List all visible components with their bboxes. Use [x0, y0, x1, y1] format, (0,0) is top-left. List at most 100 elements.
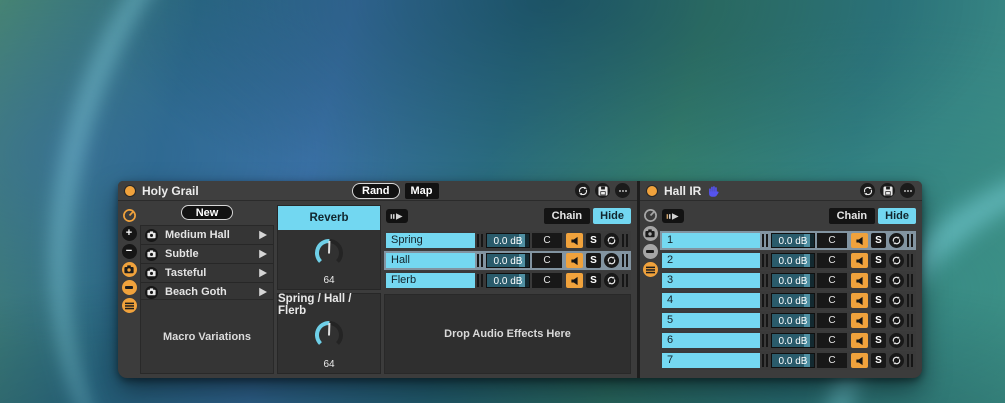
- chain-view-button[interactable]: Chain: [543, 208, 591, 224]
- chain-hot-swap-button[interactable]: [604, 253, 619, 268]
- more-options-icon[interactable]: [900, 183, 915, 198]
- auto-select-button[interactable]: [662, 209, 684, 223]
- chain-row[interactable]: 3 0.0 dB C S: [660, 271, 916, 290]
- chain-activator-button[interactable]: [851, 233, 868, 248]
- chain-view-button[interactable]: Chain: [828, 208, 876, 224]
- chain-volume[interactable]: 0.0 dB: [486, 233, 530, 248]
- chain-volume[interactable]: 0.0 dB: [771, 313, 815, 328]
- chain-solo-button[interactable]: S: [871, 353, 886, 368]
- chain-pan[interactable]: C: [532, 253, 562, 268]
- launch-variation-icon[interactable]: [258, 268, 268, 278]
- macro-name-label[interactable]: Spring / Hall / Flerb: [278, 293, 380, 317]
- chain-hot-swap-button[interactable]: [889, 353, 904, 368]
- chain-volume[interactable]: 0.0 dB: [771, 233, 815, 248]
- chain-volume[interactable]: 0.0 dB: [771, 353, 815, 368]
- chain-activator-button[interactable]: [851, 333, 868, 348]
- variation-row[interactable]: Medium Hall: [141, 226, 273, 245]
- chain-pan[interactable]: C: [532, 233, 562, 248]
- chain-pan[interactable]: C: [817, 233, 847, 248]
- device-activator-led[interactable]: [124, 184, 136, 197]
- macro-controls-toggle-icon[interactable]: [122, 208, 137, 223]
- macro-knob[interactable]: 64: [278, 312, 380, 373]
- chain-hot-swap-button[interactable]: [604, 273, 619, 288]
- macro-variations-toggle-icon[interactable]: [642, 226, 658, 241]
- chain-hot-swap-button[interactable]: [604, 233, 619, 248]
- device-activator-led[interactable]: [646, 184, 658, 197]
- chain-volume[interactable]: 0.0 dB: [771, 333, 815, 348]
- chain-pan[interactable]: C: [532, 273, 562, 288]
- chain-list-toggle-icon[interactable]: [121, 298, 137, 313]
- chain-solo-button[interactable]: S: [871, 313, 886, 328]
- chain-activator-button[interactable]: [851, 293, 868, 308]
- launch-variation-icon[interactable]: [258, 287, 268, 297]
- save-preset-icon[interactable]: [880, 183, 895, 198]
- chain-solo-button[interactable]: S: [871, 253, 886, 268]
- chain-row[interactable]: 5 0.0 dB C S: [660, 311, 916, 330]
- chain-name[interactable]: Hall: [386, 253, 475, 268]
- drop-audio-effects-zone[interactable]: Drop Audio Effects Here: [384, 294, 631, 374]
- chain-pan[interactable]: C: [817, 333, 847, 348]
- chain-activator-button[interactable]: [851, 273, 868, 288]
- holy-grail-titlebar[interactable]: Holy Grail Rand Map: [118, 181, 637, 201]
- chain-row[interactable]: Flerb 0.0 dB C S: [384, 271, 631, 290]
- save-preset-icon[interactable]: [595, 183, 610, 198]
- chain-volume[interactable]: 0.0 dB: [771, 253, 815, 268]
- chain-pan[interactable]: C: [817, 293, 847, 308]
- chain-row[interactable]: 1 0.0 dB C S: [660, 231, 916, 250]
- chain-name[interactable]: 4: [662, 293, 760, 308]
- chain-pan[interactable]: C: [817, 353, 847, 368]
- chain-row[interactable]: 6 0.0 dB C S: [660, 331, 916, 350]
- rand-button[interactable]: Rand: [352, 183, 400, 199]
- macro-controls-toggle-icon[interactable]: [643, 208, 658, 223]
- chain-list-toggle-icon[interactable]: [642, 262, 658, 277]
- chain-volume[interactable]: 0.0 dB: [771, 293, 815, 308]
- more-options-icon[interactable]: [615, 183, 630, 198]
- chain-hot-swap-button[interactable]: [889, 273, 904, 288]
- chain-solo-button[interactable]: S: [586, 253, 601, 268]
- hide-view-button[interactable]: Hide: [878, 208, 916, 224]
- chain-solo-button[interactable]: S: [871, 333, 886, 348]
- launch-variation-icon[interactable]: [258, 249, 268, 259]
- chain-hot-swap-button[interactable]: [889, 333, 904, 348]
- macro-knob[interactable]: 64: [278, 230, 380, 289]
- chain-name[interactable]: 1: [662, 233, 760, 248]
- chain-name[interactable]: 3: [662, 273, 760, 288]
- chain-hot-swap-button[interactable]: [889, 233, 904, 248]
- chain-activator-button[interactable]: [851, 253, 868, 268]
- chain-activator-button[interactable]: [566, 233, 583, 248]
- add-macro-button[interactable]: +: [121, 226, 137, 241]
- variation-row[interactable]: Tasteful: [141, 264, 273, 283]
- hide-view-button[interactable]: Hide: [593, 208, 631, 224]
- map-button[interactable]: Map: [404, 183, 439, 199]
- chain-name[interactable]: 5: [662, 313, 760, 328]
- macro-name-label[interactable]: Reverb: [278, 206, 380, 230]
- chain-name[interactable]: 6: [662, 333, 760, 348]
- chain-name[interactable]: 7: [662, 353, 760, 368]
- chain-solo-button[interactable]: S: [871, 273, 886, 288]
- chain-hot-swap-button[interactable]: [889, 293, 904, 308]
- chain-row[interactable]: 7 0.0 dB C S: [660, 351, 916, 370]
- variation-row[interactable]: Subtle: [141, 245, 273, 264]
- hot-swap-icon[interactable]: [575, 183, 590, 198]
- macro-variations-toggle-icon[interactable]: [121, 262, 137, 277]
- chain-solo-button[interactable]: S: [871, 293, 886, 308]
- hot-swap-icon[interactable]: [860, 183, 875, 198]
- chain-activator-button[interactable]: [851, 313, 868, 328]
- chain-activator-button[interactable]: [566, 253, 583, 268]
- devices-toggle-icon[interactable]: [121, 280, 137, 295]
- chain-solo-button[interactable]: S: [586, 233, 601, 248]
- hall-ir-titlebar[interactable]: Hall IR: [640, 181, 922, 201]
- chain-pan[interactable]: C: [817, 313, 847, 328]
- remove-macro-button[interactable]: −: [121, 244, 137, 259]
- chain-activator-button[interactable]: [566, 273, 583, 288]
- chain-volume[interactable]: 0.0 dB: [771, 273, 815, 288]
- chain-row[interactable]: 2 0.0 dB C S: [660, 251, 916, 270]
- chain-row[interactable]: Spring 0.0 dB C S: [384, 231, 631, 250]
- chain-solo-button[interactable]: S: [871, 233, 886, 248]
- chain-hot-swap-button[interactable]: [889, 253, 904, 268]
- chain-row[interactable]: 4 0.0 dB C S: [660, 291, 916, 310]
- chain-volume[interactable]: 0.0 dB: [486, 253, 530, 268]
- chain-volume[interactable]: 0.0 dB: [486, 273, 530, 288]
- chain-activator-button[interactable]: [851, 353, 868, 368]
- chain-solo-button[interactable]: S: [586, 273, 601, 288]
